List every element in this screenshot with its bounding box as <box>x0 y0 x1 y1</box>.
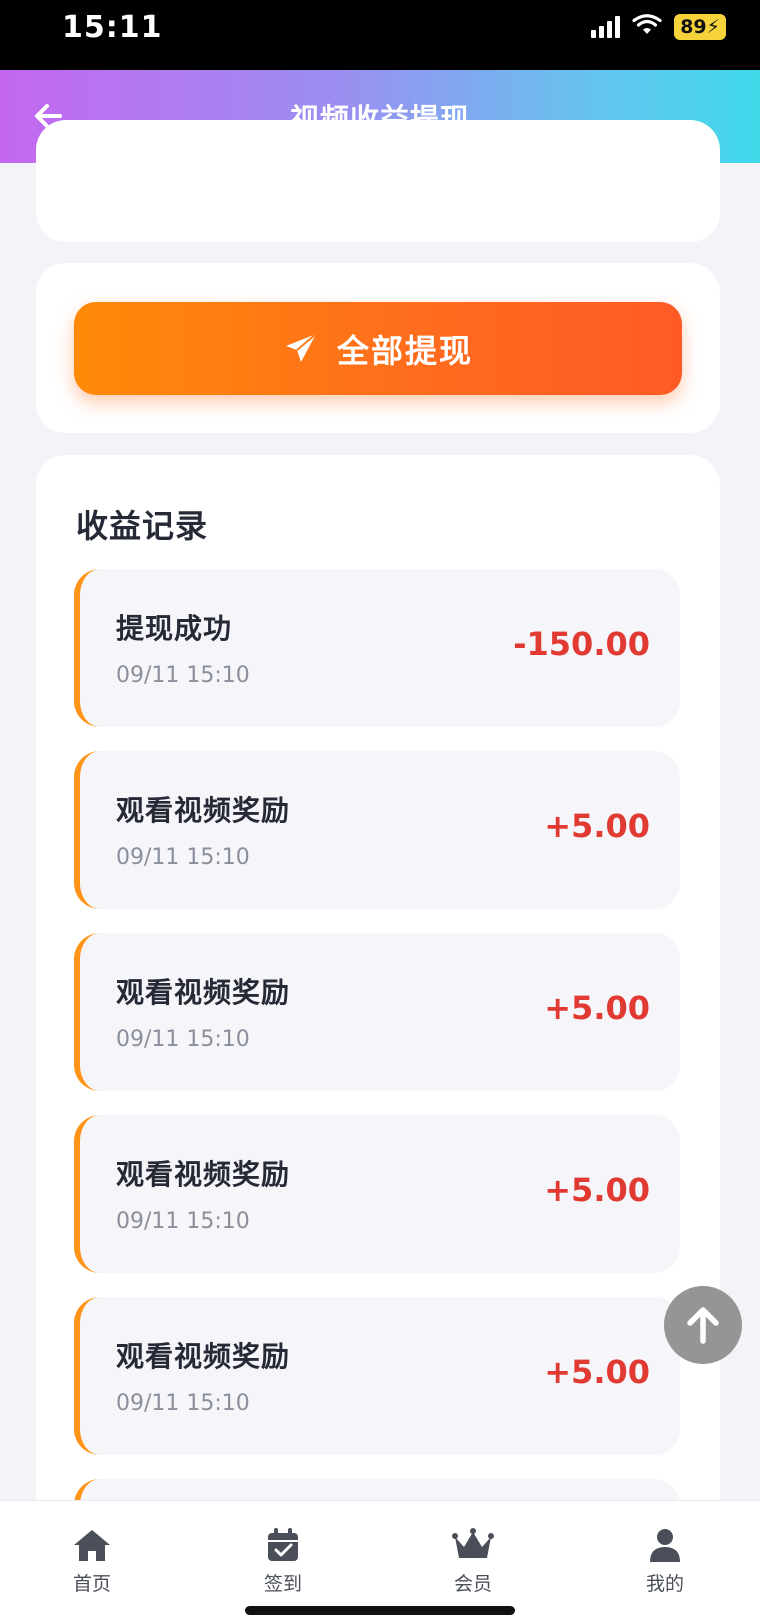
withdraw-card: 全部提现 <box>36 263 720 433</box>
cellular-signal-icon <box>591 16 621 38</box>
nav-label: 会员 <box>453 1573 492 1595</box>
record-amount: -150.00 <box>513 625 650 663</box>
nav-label: 我的 <box>645 1573 684 1595</box>
record-item[interactable]: 提现成功 09/11 15:10 -150.00 <box>74 569 680 727</box>
record-time: 09/11 15:10 <box>116 1209 250 1234</box>
battery-level: 89 <box>680 16 707 38</box>
record-time: 09/11 15:10 <box>116 663 250 688</box>
nav-item-profile[interactable]: 我的 <box>610 1527 720 1596</box>
records-card: 收益记录 提现成功 09/11 15:10 -150.00 观看视频奖励 09/… <box>36 455 720 1525</box>
nav-label: 签到 <box>263 1573 302 1595</box>
record-item[interactable]: 观看视频奖励 09/11 15:10 +5.00 <box>74 751 680 909</box>
wifi-icon <box>632 14 662 40</box>
record-item[interactable]: 观看视频奖励 09/11 15:10 +5.00 <box>74 933 680 1091</box>
withdraw-all-button[interactable]: 全部提现 <box>74 302 682 395</box>
nav-item-vip[interactable]: 会员 <box>418 1527 528 1596</box>
home-indicator <box>245 1606 515 1615</box>
calendar-check-icon <box>268 1528 298 1561</box>
records-title: 收益记录 <box>76 507 209 545</box>
paper-plane-icon <box>285 332 317 362</box>
status-bar: 15:11 89⚡ <box>0 0 760 70</box>
record-title: 观看视频奖励 <box>116 976 291 1009</box>
record-time: 09/11 15:10 <box>116 1391 250 1416</box>
withdraw-all-label: 全部提现 <box>336 331 473 370</box>
crown-icon <box>452 1528 494 1558</box>
status-time: 15:11 <box>62 10 163 45</box>
record-item[interactable]: 观看视频奖励 09/11 15:10 +5.00 <box>74 1297 680 1455</box>
record-title: 观看视频奖励 <box>116 794 291 827</box>
nav-label: 首页 <box>72 1573 111 1595</box>
home-icon <box>74 1530 110 1561</box>
arrow-up-icon <box>687 1307 719 1344</box>
record-item[interactable]: 观看视频奖励 09/11 15:10 +5.00 <box>74 1115 680 1273</box>
record-amount: +5.00 <box>544 989 650 1027</box>
battery-indicator: 89⚡ <box>674 14 726 40</box>
bottom-nav: 首页 签到 会员 我的 <box>0 1500 760 1622</box>
status-indicators: 89⚡ <box>591 14 726 40</box>
record-amount: +5.00 <box>544 1171 650 1209</box>
record-title: 观看视频奖励 <box>116 1158 291 1191</box>
record-title: 观看视频奖励 <box>116 1340 291 1373</box>
user-icon <box>650 1529 680 1562</box>
charging-bolt-icon: ⚡ <box>706 16 720 38</box>
record-time: 09/11 15:10 <box>116 845 250 870</box>
record-amount: +5.00 <box>544 807 650 845</box>
record-time: 09/11 15:10 <box>116 1027 250 1052</box>
record-title: 提现成功 <box>116 612 233 645</box>
nav-item-checkin[interactable]: 签到 <box>228 1527 338 1596</box>
nav-item-home[interactable]: 首页 <box>37 1527 147 1596</box>
scroll-to-top-button[interactable] <box>664 1286 742 1364</box>
balance-card <box>36 120 720 242</box>
record-amount: +5.00 <box>544 1353 650 1391</box>
